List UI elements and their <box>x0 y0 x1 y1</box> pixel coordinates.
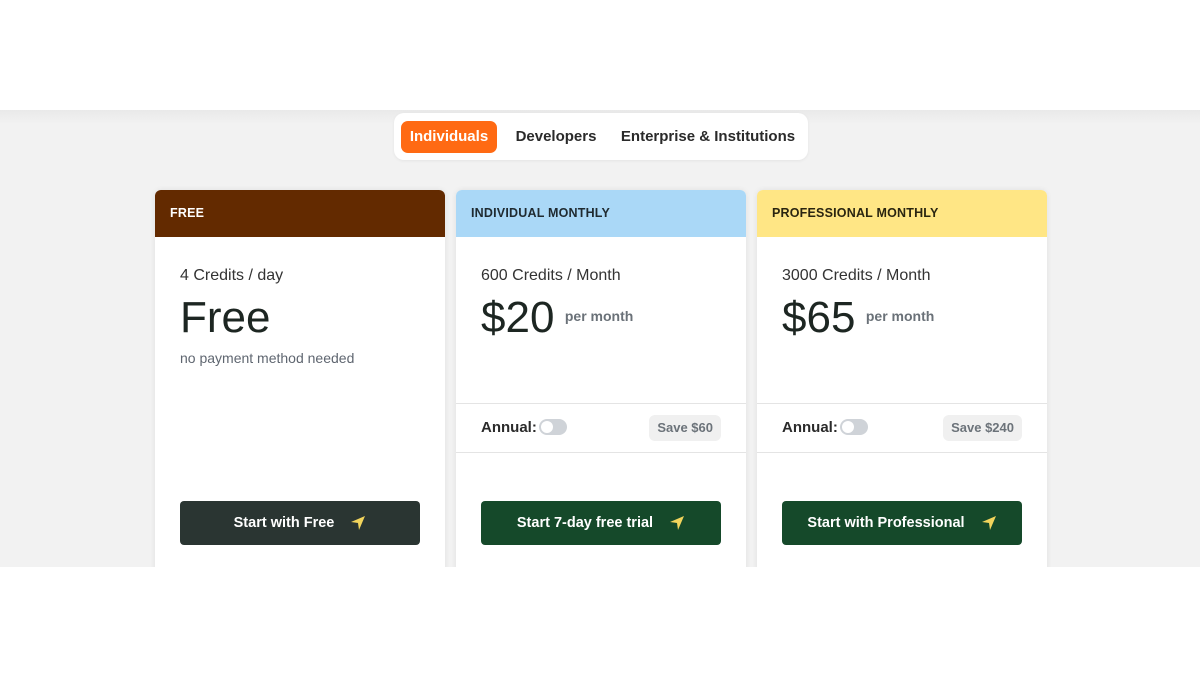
plan-price: $65 <box>782 293 856 342</box>
price-row: Free <box>180 293 270 343</box>
start-free-button[interactable]: Start with Free <box>180 501 420 545</box>
tab-enterprise-institutions[interactable]: Enterprise & Institutions <box>616 121 800 153</box>
annual-billing-row: Annual: Save $60 <box>456 403 746 453</box>
pricing-section: Individuals Developers Enterprise & Inst… <box>0 110 1200 567</box>
plan-credits: 3000 Credits / Month <box>782 267 931 284</box>
plan-price: $20 <box>481 293 555 342</box>
annual-label: Annual: <box>481 419 537 436</box>
plan-price: Free <box>180 293 271 342</box>
plan-credits: 600 Credits / Month <box>481 267 621 284</box>
toggle-knob <box>541 421 553 433</box>
price-row: $65 per month <box>782 293 934 343</box>
price-period: per month <box>564 308 634 324</box>
start-professional-button[interactable]: Start with Professional <box>782 501 1022 545</box>
plan-card-professional-monthly: PROFESSIONAL MONTHLY 3000 Credits / Mont… <box>757 190 1047 567</box>
annual-label: Annual: <box>782 419 838 436</box>
start-trial-button[interactable]: Start 7-day free trial <box>481 501 721 545</box>
annual-billing-row: Annual: Save $240 <box>757 403 1047 453</box>
toggle-knob <box>842 421 854 433</box>
savings-badge: Save $240 <box>943 415 1022 441</box>
savings-badge: Save $60 <box>649 415 721 441</box>
plan-card-individual-monthly: INDIVIDUAL MONTHLY 600 Credits / Month $… <box>456 190 746 567</box>
plan-card-free: FREE 4 Credits / day Free no payment met… <box>155 190 445 567</box>
button-label: Start with Professional <box>807 515 965 532</box>
price-period: per month <box>865 308 935 324</box>
annual-toggle[interactable] <box>539 419 567 435</box>
price-row: $20 per month <box>481 293 633 343</box>
plan-header: PROFESSIONAL MONTHLY <box>757 190 1047 237</box>
plan-header: INDIVIDUAL MONTHLY <box>456 190 746 237</box>
annual-toggle[interactable] <box>840 419 868 435</box>
tab-developers[interactable]: Developers <box>507 121 605 153</box>
price-note: no payment method needed <box>180 350 355 366</box>
send-arrow-icon <box>670 516 685 531</box>
tab-individuals[interactable]: Individuals <box>401 121 497 153</box>
plan-credits: 4 Credits / day <box>180 267 284 284</box>
send-arrow-icon <box>351 516 366 531</box>
plan-category-tabs: Individuals Developers Enterprise & Inst… <box>394 113 808 160</box>
button-label: Start with Free <box>233 515 335 532</box>
button-label: Start 7-day free trial <box>516 515 654 532</box>
send-arrow-icon <box>981 516 996 531</box>
plan-header: FREE <box>155 190 445 237</box>
